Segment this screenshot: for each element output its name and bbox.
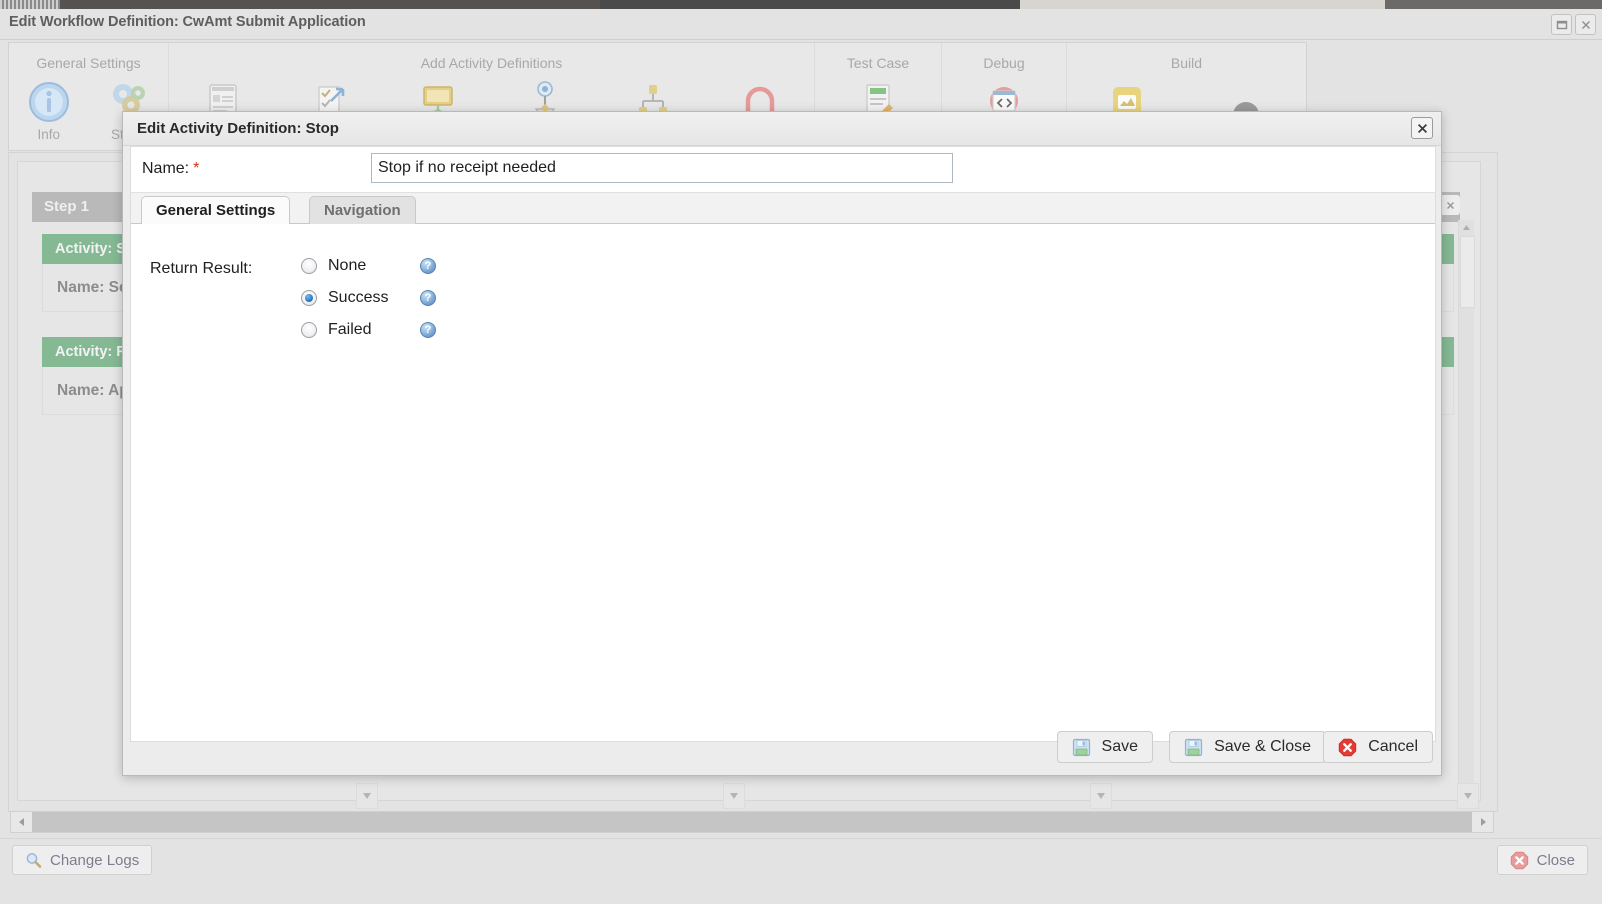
save-disk-icon [1184, 738, 1203, 757]
cancel-x-icon [1510, 851, 1529, 870]
cancel-label: Cancel [1368, 738, 1418, 755]
ribbon-item-label: Info [37, 127, 61, 142]
scroll-down-icon[interactable] [1090, 783, 1112, 809]
radio-button-failed[interactable] [301, 322, 317, 338]
radio-option-success[interactable]: Success ? [301, 282, 436, 314]
restore-icon[interactable] [1551, 14, 1572, 35]
required-marker: * [193, 160, 200, 177]
scroll-down-icon[interactable] [1457, 783, 1479, 809]
dialog-title: Edit Activity Definition: Stop [137, 120, 339, 137]
scroll-right-icon[interactable] [1472, 812, 1493, 832]
change-logs-label: Change Logs [50, 851, 140, 869]
scroll-down-icon[interactable] [723, 783, 745, 809]
save-label: Save [1101, 738, 1138, 755]
dialog-footer: Save Save & Close Cancel [130, 727, 1436, 769]
bottom-bar [0, 838, 1602, 904]
scroll-left-icon[interactable] [11, 812, 32, 832]
close-icon[interactable] [1411, 117, 1433, 139]
window-titlebar: Edit Workflow Definition: CwAmt Submit A… [0, 9, 1602, 40]
change-logs-button[interactable]: Change Logs [12, 845, 153, 875]
scrollbar-thumb[interactable] [1460, 236, 1475, 308]
window-controls [1551, 14, 1596, 35]
radio-label-success: Success [328, 289, 389, 306]
radio-option-failed[interactable]: Failed ? [301, 314, 436, 346]
edit-activity-dialog: Edit Activity Definition: Stop Name:* Ge… [122, 111, 1442, 776]
info-icon [12, 79, 86, 125]
help-icon[interactable]: ? [420, 290, 436, 306]
ribbon-item-info[interactable]: Info [12, 79, 86, 142]
dialog-body: Name:* General Settings Navigation Retur… [130, 146, 1436, 742]
name-label: Name: * [142, 160, 199, 178]
inner-pane-scroll-arrows [8, 783, 1498, 809]
name-label-text: Name: [142, 160, 190, 177]
return-result-radio-group: None ? Success ? Failed ? [301, 250, 436, 346]
save-and-close-button[interactable]: Save & Close [1169, 731, 1326, 763]
ribbon-group-title: Debug [983, 55, 1025, 71]
return-result-label: Return Result: [150, 260, 253, 277]
save-disk-icon [1072, 738, 1091, 757]
help-icon[interactable]: ? [420, 322, 436, 338]
application-window: Edit Workflow Definition: CwAmt Submit A… [0, 0, 1602, 904]
desktop-hatch-pattern [0, 0, 60, 9]
name-input[interactable] [371, 153, 953, 183]
scroll-down-icon[interactable] [356, 783, 378, 809]
close-button[interactable]: Close [1496, 845, 1588, 875]
save-button[interactable]: Save [1056, 731, 1153, 763]
radio-option-none[interactable]: None ? [301, 250, 436, 282]
tab-general-settings[interactable]: General Settings [141, 196, 291, 224]
close-icon[interactable] [1575, 14, 1596, 35]
ribbon-group-title: Build [1170, 55, 1203, 71]
radio-button-none[interactable] [301, 258, 317, 274]
desktop-background-strip [0, 0, 1602, 9]
ribbon-group-title: Test Case [846, 55, 910, 71]
workspace-horizontal-scrollbar[interactable] [10, 811, 1494, 833]
cancel-button[interactable]: Cancel [1323, 731, 1433, 763]
scroll-up-icon[interactable] [1459, 220, 1474, 235]
general-settings-pane: Return Result: None ? Success ? Failed ? [131, 224, 1435, 741]
dialog-tabstrip: General Settings Navigation [131, 193, 1435, 224]
radio-label-failed: Failed [328, 321, 372, 338]
window-title: Edit Workflow Definition: CwAmt Submit A… [9, 14, 366, 30]
dialog-titlebar: Edit Activity Definition: Stop [123, 112, 1441, 146]
radio-button-success[interactable] [301, 290, 317, 306]
tab-navigation[interactable]: Navigation [309, 196, 416, 224]
save-and-close-label: Save & Close [1214, 738, 1311, 755]
ribbon-group-title: Add Activity Definitions [420, 55, 563, 71]
help-icon[interactable]: ? [420, 258, 436, 274]
radio-label-none: None [328, 257, 367, 274]
name-row: Name: * [131, 147, 1435, 193]
magnifier-icon [25, 852, 42, 869]
ribbon-group-title: General Settings [36, 55, 141, 71]
cancel-x-icon [1338, 738, 1357, 757]
close-label: Close [1536, 851, 1575, 869]
step-panel-vertical-scrollbar[interactable] [1458, 220, 1475, 798]
close-icon[interactable] [1440, 195, 1460, 215]
